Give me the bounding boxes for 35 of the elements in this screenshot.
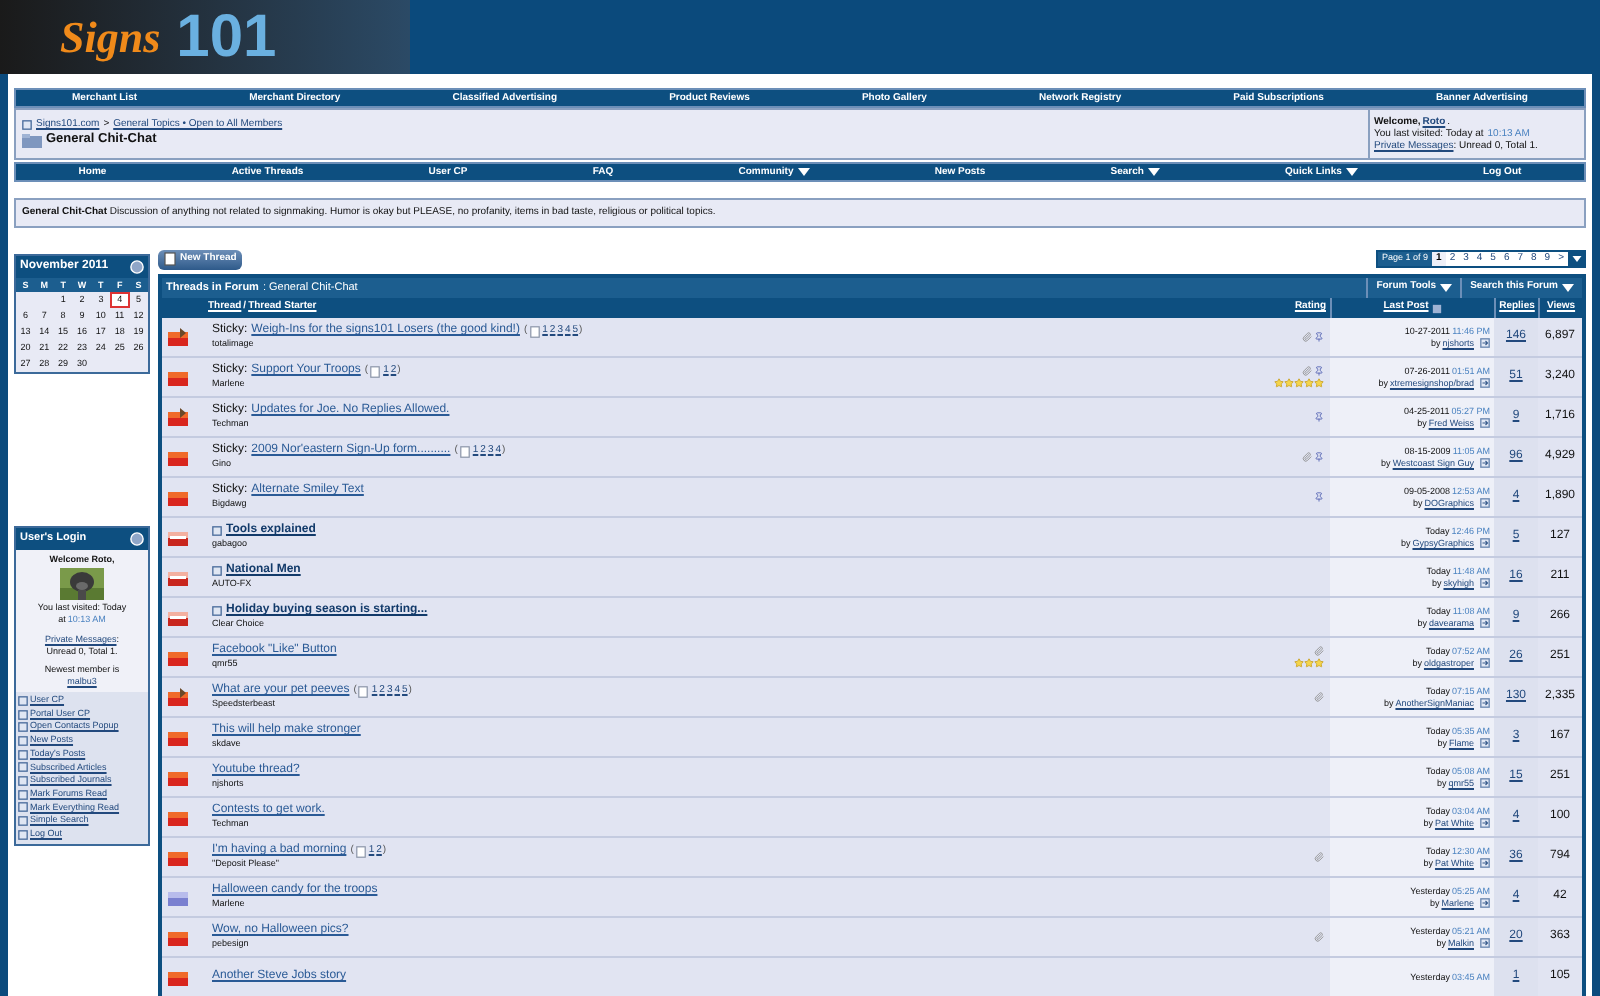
caret-icon bbox=[1345, 168, 1358, 176]
go-to-post-icon[interactable] bbox=[1480, 378, 1490, 388]
page-icon bbox=[370, 365, 381, 377]
page-icon bbox=[529, 325, 540, 337]
caret-icon bbox=[1440, 284, 1453, 292]
caret-icon bbox=[797, 168, 810, 176]
go-to-post-icon[interactable] bbox=[1480, 538, 1490, 548]
go-to-post-icon[interactable] bbox=[1480, 898, 1490, 908]
page-icon bbox=[459, 445, 470, 457]
page-jump-button[interactable] bbox=[1568, 252, 1584, 266]
folder-icon bbox=[22, 134, 42, 148]
link-icon bbox=[22, 120, 32, 130]
go-to-post-icon[interactable] bbox=[1480, 498, 1490, 508]
go-to-post-icon[interactable] bbox=[1480, 818, 1490, 828]
go-to-post-icon[interactable] bbox=[1480, 578, 1490, 588]
go-to-post-icon[interactable] bbox=[1480, 698, 1490, 708]
go-to-post-icon[interactable] bbox=[1480, 858, 1490, 868]
caret-icon bbox=[1147, 168, 1160, 176]
caret-icon bbox=[1571, 256, 1581, 262]
collapse-icon[interactable] bbox=[130, 532, 144, 546]
go-to-post-icon[interactable] bbox=[1480, 338, 1490, 348]
go-to-post-icon[interactable] bbox=[1480, 938, 1490, 948]
document-icon bbox=[164, 252, 176, 266]
go-to-post-icon[interactable] bbox=[1480, 458, 1490, 468]
caret-icon bbox=[1562, 284, 1574, 292]
go-to-post-icon[interactable] bbox=[1480, 778, 1490, 788]
page-icon bbox=[355, 845, 366, 857]
go-to-post-icon[interactable] bbox=[1480, 418, 1490, 428]
collapse-icon[interactable] bbox=[130, 260, 144, 274]
go-to-post-icon[interactable] bbox=[1480, 618, 1490, 628]
site-logo[interactable]: Signs 101 bbox=[0, 0, 410, 74]
go-to-post-icon[interactable] bbox=[1480, 738, 1490, 748]
sort-icon bbox=[1432, 303, 1443, 313]
page-icon bbox=[358, 685, 369, 697]
go-to-post-icon[interactable] bbox=[1480, 658, 1490, 668]
